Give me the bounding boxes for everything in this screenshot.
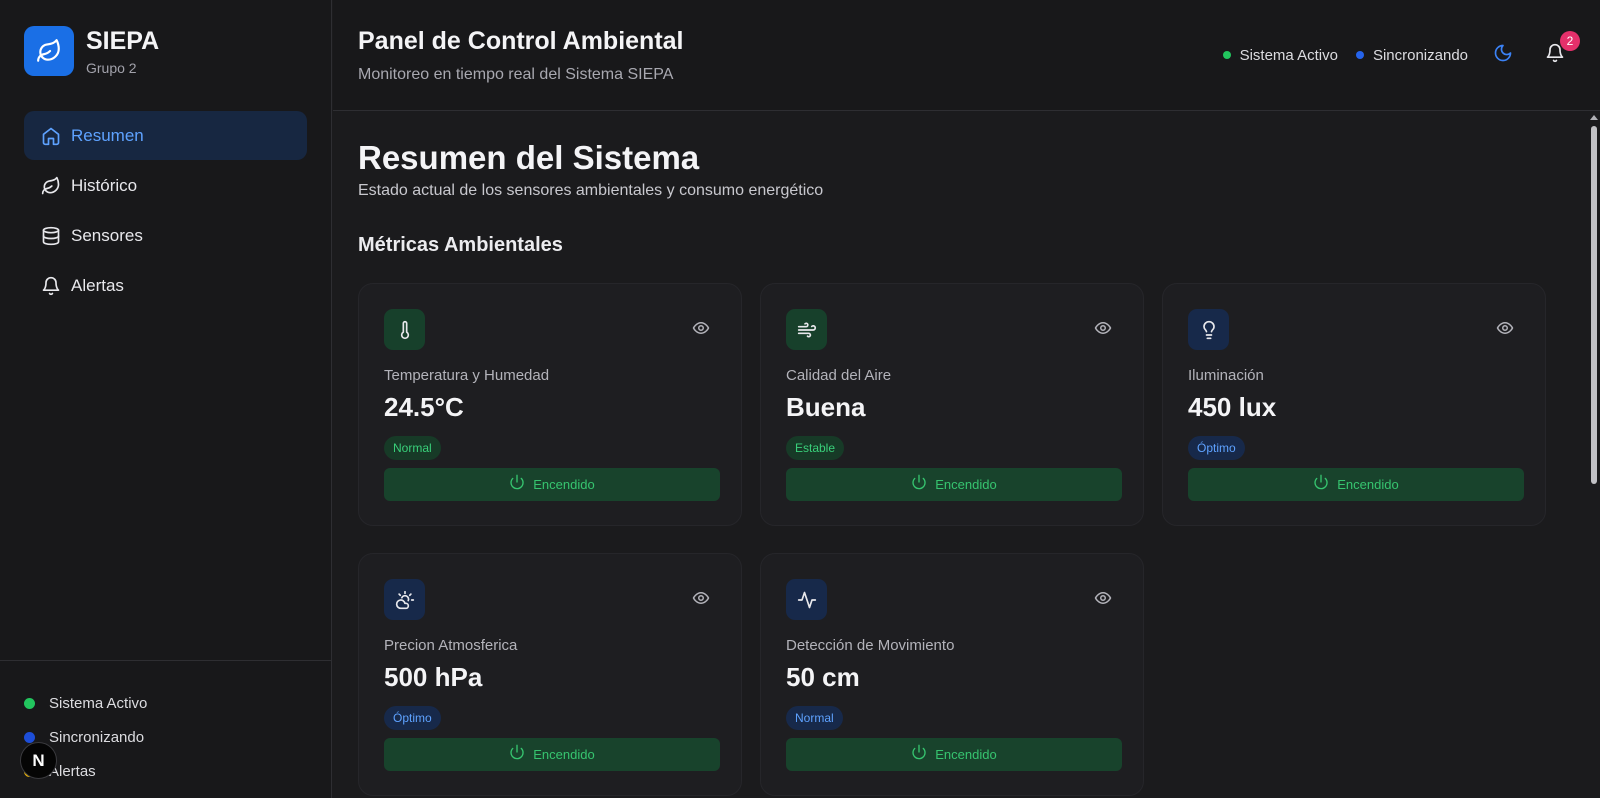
metric-card-temperature: Temperatura y Humedad 24.5°C Normal Ence… — [358, 283, 742, 526]
metric-value: Buena — [786, 392, 866, 422]
status-dot-blue — [1355, 51, 1364, 59]
activity-icon — [786, 579, 827, 620]
metric-card-illumination: Iluminación 450 lux Óptimo Encendido — [1162, 283, 1546, 526]
lightbulb-icon — [1188, 309, 1229, 350]
power-button-label: Encendido — [935, 477, 997, 492]
moon-icon — [1493, 43, 1513, 68]
status-badge: Óptimo — [1188, 436, 1245, 460]
metric-card-pressure: Precion Atmosferica 500 hPa Óptimo Encen… — [358, 553, 742, 796]
power-icon — [911, 474, 927, 495]
wind-icon — [786, 309, 827, 350]
sidebar-item-label: Sensores — [71, 225, 143, 245]
main-content: Resumen del Sistema Estado actual de los… — [333, 112, 1600, 798]
metric-label: Calidad del Aire — [786, 367, 892, 384]
sidebar-divider — [0, 660, 332, 661]
power-toggle-button[interactable]: Encendido — [786, 738, 1122, 771]
scrollbar-thumb[interactable] — [1591, 126, 1597, 484]
top-header: Panel de Control Ambiental Monitoreo en … — [333, 0, 1600, 111]
status-badge: Normal — [384, 436, 441, 460]
power-icon — [509, 474, 525, 495]
eye-icon[interactable] — [1496, 319, 1514, 337]
page-title: Resumen del Sistema — [358, 139, 700, 176]
sidebar-item-historico[interactable]: Histórico — [24, 161, 307, 210]
status-badge: Normal — [786, 706, 843, 730]
status-dot-green — [1222, 51, 1231, 59]
notification-count-badge: 2 — [1560, 31, 1580, 51]
power-toggle-button[interactable]: Encendido — [1188, 468, 1524, 501]
status-label: Sistema Activo — [1239, 46, 1338, 64]
brand: SIEPA Grupo 2 — [24, 26, 159, 76]
app: SIEPA Grupo 2 Resumen Histórico Sensores… — [0, 0, 1600, 798]
sidebar-nav: Resumen Histórico Sensores Alertas — [24, 111, 307, 311]
metric-label: Temperatura y Humedad — [384, 367, 550, 384]
metric-label: Iluminación — [1188, 367, 1264, 384]
theme-toggle-button[interactable] — [1486, 38, 1520, 72]
dev-tools-badge[interactable]: N — [20, 742, 57, 779]
power-icon — [509, 744, 525, 765]
sidebar-item-label: Alertas — [71, 275, 124, 295]
power-toggle-button[interactable]: Encendido — [384, 738, 720, 771]
notifications-button[interactable]: 2 — [1538, 31, 1580, 72]
power-icon — [911, 744, 927, 765]
status-badge: Estable — [786, 436, 845, 460]
status-label: Sincronizando — [49, 728, 145, 746]
metric-value: 50 cm — [786, 662, 860, 692]
sidebar: SIEPA Grupo 2 Resumen Histórico Sensores… — [0, 0, 332, 798]
eye-icon[interactable] — [1094, 319, 1112, 337]
leaf-icon — [24, 26, 74, 76]
header-subtitle: Monitoreo en tiempo real del Sistema SIE… — [358, 66, 674, 83]
sidebar-item-alertas[interactable]: Alertas — [24, 261, 307, 310]
status-dot-blue — [24, 731, 35, 743]
metric-card-air-quality: Calidad del Aire Buena Estable Encendido — [760, 283, 1144, 526]
eye-icon[interactable] — [692, 319, 710, 337]
metric-card-motion: Detección de Movimiento 50 cm Normal Enc… — [760, 553, 1144, 796]
power-button-label: Encendido — [1337, 477, 1399, 492]
power-button-label: Encendido — [533, 747, 595, 762]
status-badge: Óptimo — [384, 706, 441, 730]
leaf-icon — [41, 176, 61, 196]
metric-label: Precion Atmosferica — [384, 637, 518, 654]
metric-value: 450 lux — [1188, 392, 1277, 422]
section-title: Métricas Ambientales — [358, 234, 563, 256]
page-subtitle: Estado actual de los sensores ambientale… — [358, 182, 824, 199]
status-label: Sistema Activo — [49, 694, 148, 712]
power-button-label: Encendido — [935, 747, 997, 762]
sidebar-item-label: Histórico — [71, 175, 138, 195]
sidebar-item-resumen[interactable]: Resumen — [24, 111, 307, 160]
thermometer-icon — [384, 309, 425, 350]
power-toggle-button[interactable]: Encendido — [384, 468, 720, 501]
status-label: Sincronizando — [1372, 46, 1468, 64]
power-toggle-button[interactable]: Encendido — [786, 468, 1122, 501]
power-icon — [1313, 474, 1329, 495]
brand-subtitle: Grupo 2 — [86, 60, 137, 76]
header-actions: Sistema Activo Sincronizando 2 — [1222, 31, 1580, 72]
brand-name: SIEPA — [86, 27, 160, 55]
metric-value: 24.5°C — [384, 392, 464, 422]
scroll-up-arrow-icon[interactable] — [1590, 115, 1598, 120]
main-scrollbar[interactable] — [1588, 112, 1600, 798]
eye-icon[interactable] — [692, 589, 710, 607]
database-icon — [41, 226, 61, 246]
status-dot-green — [24, 697, 35, 709]
header-status-sync: Sincronizando — [1355, 46, 1468, 64]
header-title: Panel de Control Ambiental — [358, 27, 684, 55]
header-status-active: Sistema Activo — [1222, 46, 1338, 64]
eye-icon[interactable] — [1094, 589, 1112, 607]
sidebar-item-sensores[interactable]: Sensores — [24, 211, 307, 260]
cloud-sun-icon — [384, 579, 425, 620]
bell-icon — [41, 276, 61, 296]
metric-value: 500 hPa — [384, 662, 483, 692]
status-item: Sistema Activo — [24, 686, 147, 720]
power-button-label: Encendido — [533, 477, 595, 492]
sidebar-item-label: Resumen — [71, 125, 144, 145]
home-icon — [41, 126, 61, 146]
metric-label: Detección de Movimiento — [786, 637, 955, 654]
